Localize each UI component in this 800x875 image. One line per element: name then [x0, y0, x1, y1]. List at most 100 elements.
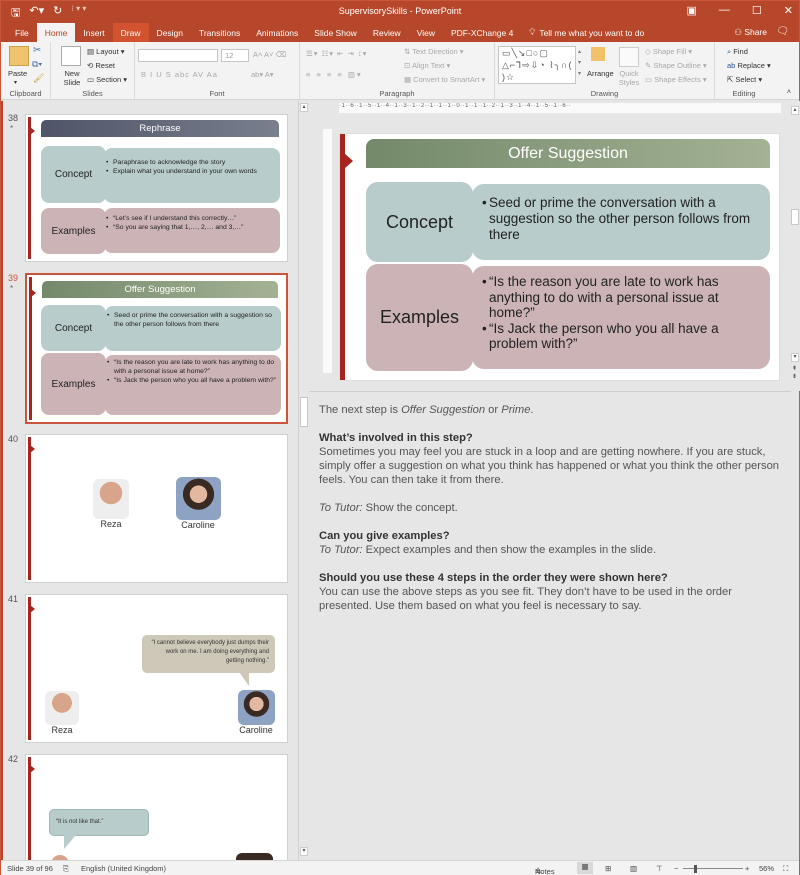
spell-check-icon[interactable]: ⎘ — [63, 864, 69, 874]
fit-to-window-icon[interactable]: ⛶ — [783, 864, 788, 874]
share-button[interactable]: ⚇ Share — [734, 27, 767, 38]
tab-draw[interactable]: Draw — [112, 23, 149, 42]
examples-label[interactable]: Examples — [366, 264, 473, 371]
select-button[interactable]: ⇱ Select ▾ — [727, 75, 762, 84]
slide-thumbnail-38[interactable]: Rephrase Concept Paraphrase to acknowled… — [25, 114, 288, 262]
tab-home[interactable]: Home — [36, 23, 76, 42]
tab-review[interactable]: Review — [365, 23, 409, 42]
tab-file[interactable]: File — [7, 23, 37, 42]
scroll-up-button[interactable]: ▴ — [300, 103, 308, 112]
slide-thumbnail-42[interactable]: “It is not like that.” — [25, 754, 288, 860]
list-buttons[interactable]: ☰▾ ☷▾ ⇤ ⇥ ↕▾ — [306, 49, 367, 58]
slide-thumbnail-pane: 38 * Rephrase Concept Paraphrase to ackn… — [1, 101, 298, 860]
tab-design[interactable]: Design — [149, 23, 191, 42]
examples-label: Examples — [41, 353, 106, 415]
notes-pane[interactable]: The next step is Offer Suggestion or Pri… — [309, 391, 791, 860]
font-size-input[interactable]: 12 — [221, 49, 249, 62]
accent-bar — [340, 134, 345, 380]
reset-button[interactable]: ⟲ Reset — [87, 61, 115, 70]
section-button[interactable]: ▭ Section ▾ — [87, 75, 127, 84]
concept-box[interactable]: Seed or prime the conversation with a su… — [472, 184, 770, 260]
collapse-ribbon-icon[interactable]: ˄ — [787, 89, 791, 96]
tab-slide-show[interactable]: Slide Show — [306, 23, 365, 42]
zoom-in-button[interactable]: + — [745, 864, 749, 873]
slide-thumbnail-40[interactable]: Reza Caroline — [25, 434, 288, 583]
arrange-button[interactable]: Arrange — [587, 69, 614, 78]
scroll-thumb[interactable] — [300, 397, 308, 427]
paste-dropdown-icon[interactable]: ▾ — [14, 79, 17, 86]
zoom-slider-thumb[interactable] — [694, 865, 697, 873]
accent-bar — [28, 597, 31, 740]
layout-button[interactable]: ▤ Layout ▾ — [87, 47, 125, 56]
text-direction-button[interactable]: ⇅ Text Direction ▾ — [404, 47, 464, 56]
scroll-down-button[interactable]: ▾ — [300, 847, 308, 856]
grow-shrink-font-icons[interactable]: A˄ A˅ ⌫ — [253, 50, 286, 59]
zoom-out-button[interactable]: − — [674, 864, 678, 873]
copy-icon[interactable]: ⧉▾ — [32, 59, 42, 70]
bubble-tail — [239, 672, 249, 686]
accent-arrow — [30, 445, 35, 453]
slide-thumbnail-39[interactable]: Offer Suggestion Concept Seed or prime t… — [25, 273, 288, 424]
replace-button[interactable]: ab Replace ▾ — [727, 61, 771, 70]
tab-animations[interactable]: Animations — [248, 23, 306, 42]
examples-box[interactable]: “Is the reason you are late to work has … — [472, 266, 770, 369]
tab-view[interactable]: View — [409, 23, 443, 42]
quick-styles-button[interactable]: Quick Styles — [616, 69, 642, 87]
paste-button[interactable]: Paste — [8, 69, 27, 78]
scroll-down-button[interactable]: ▾ — [791, 353, 799, 362]
prev-next-slide-buttons[interactable]: ⇞ ⇟ — [792, 365, 797, 381]
normal-view-button[interactable]: ▦ — [577, 862, 593, 874]
concept-label[interactable]: Concept — [366, 182, 473, 262]
shape-outline-button[interactable]: ✎ Shape Outline ▾ — [645, 61, 707, 70]
shape-fill-button[interactable]: ◇ Shape Fill ▾ — [645, 47, 692, 56]
scroll-thumb[interactable] — [791, 209, 799, 225]
current-slide[interactable]: Offer Suggestion Concept Seed or prime t… — [339, 133, 780, 381]
align-buttons[interactable]: ≡ ≡ ≡ ≡ ▥▾ — [306, 70, 363, 79]
reading-view-button[interactable]: ▥ — [630, 864, 637, 873]
align-text-button[interactable]: ⊡ Align Text ▾ — [404, 61, 450, 70]
format-painter-icon[interactable]: 🖌︎ — [33, 73, 44, 84]
tab-pdf-xchange[interactable]: PDF-XChange 4 — [443, 23, 521, 42]
accent-arrow — [31, 289, 36, 297]
horizontal-ruler: ·1··6··1··5··1··4··1··3··1··2··1··1··1··… — [339, 103, 781, 113]
person-caroline: Caroline — [174, 477, 222, 530]
new-slide-button[interactable]: New Slide — [59, 69, 85, 87]
slideshow-button[interactable]: ⊤ — [656, 864, 663, 873]
zoom-slider[interactable] — [683, 868, 743, 869]
editor-scrollbar[interactable]: ▴ ▾ ⇞ ⇟ — [791, 101, 800, 391]
accent-arrow — [30, 127, 35, 135]
shape-effects-button[interactable]: ▭ Shape Effects ▾ — [645, 75, 707, 84]
thumbnail-scrollbar[interactable]: ▴ ▾ — [298, 101, 308, 860]
lightbulb-icon: 💡︎ — [529, 27, 536, 37]
bubble-tail — [64, 835, 76, 849]
ribbon-display-options-icon[interactable]: ▣ — [687, 4, 697, 17]
slide-title[interactable]: Offer Suggestion — [366, 139, 770, 168]
scroll-up-button[interactable]: ▴ — [791, 106, 799, 115]
minimize-button[interactable]: — — [719, 4, 730, 17]
cut-icon[interactable]: ✂ — [33, 45, 41, 56]
concept-label: Concept — [41, 305, 106, 351]
shapes-scroll[interactable]: ▴ ▾ ▾ — [578, 47, 581, 80]
zoom-level[interactable]: 56% — [759, 864, 774, 873]
slide-sorter-button[interactable]: ⊞ — [605, 864, 611, 873]
tell-me-text: Tell me what you want to do — [539, 27, 645, 38]
font-label: Font — [209, 89, 225, 98]
language-indicator[interactable]: English (United Kingdom) — [81, 864, 166, 873]
comments-icon[interactable]: 🗨︎ — [776, 26, 789, 37]
font-color-icons[interactable]: ab▾ A▾ — [251, 70, 274, 79]
shapes-gallery[interactable]: ▭╲↘□○▢ △⌐⅂⇨⇩◔ ⌇╮∩( )☆ — [498, 46, 576, 84]
convert-smartart-button[interactable]: ▦ Convert to SmartArt ▾ — [404, 75, 485, 84]
paragraph-label: Paragraph — [379, 89, 415, 98]
paste-icon — [9, 46, 29, 66]
tab-transitions[interactable]: Transitions — [191, 23, 248, 42]
close-button[interactable]: ✕ — [784, 4, 793, 17]
font-name-input[interactable] — [138, 49, 218, 62]
maximize-button[interactable]: ☐ — [752, 4, 762, 17]
tell-me-box[interactable]: 💡︎ Tell me what you want to do — [521, 23, 644, 42]
person-reza: Reza — [88, 479, 134, 529]
font-format-buttons[interactable]: B I U S abc AV Aa — [141, 70, 218, 79]
tab-insert[interactable]: Insert — [75, 23, 112, 42]
find-button[interactable]: ⌕ Find — [727, 47, 748, 57]
thumb-number: 42 — [8, 754, 19, 764]
slide-thumbnail-41[interactable]: “I cannot believe everybody just dumps t… — [25, 594, 288, 743]
